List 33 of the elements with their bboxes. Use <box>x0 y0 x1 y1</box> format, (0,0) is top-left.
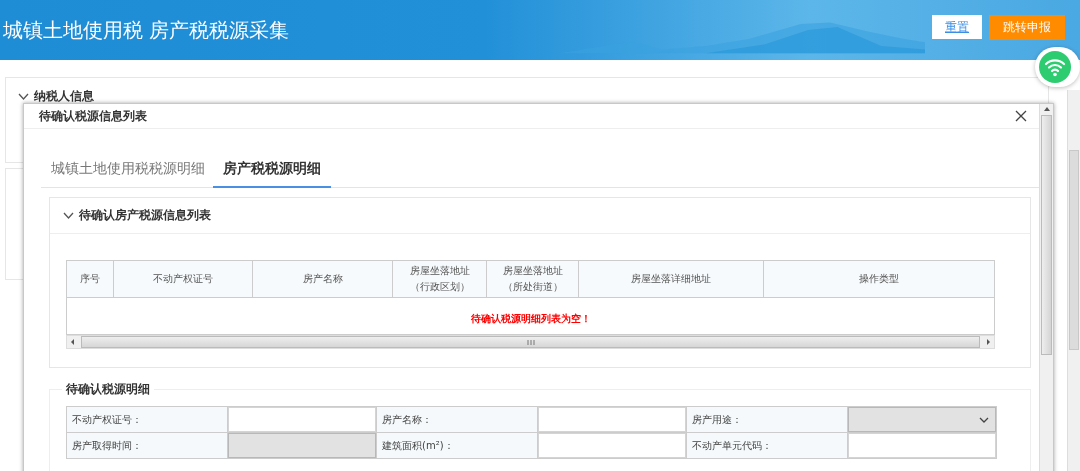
field-label: 房产取得时间： <box>66 432 228 459</box>
field-label: 不动产权证号： <box>66 406 228 433</box>
column-header: 房屋坐落地址 （行政区划） <box>392 260 487 298</box>
column-header: 不动产权证号 <box>113 260 253 298</box>
tab[interactable]: 城镇土地使用税税源明细 <box>51 157 205 188</box>
column-header: 序号 <box>66 260 114 298</box>
panel-title: 待确认税源明细 <box>65 381 151 398</box>
reset-button[interactable]: 重置 <box>932 15 982 39</box>
wifi-icon[interactable] <box>1039 51 1071 83</box>
section-title: 纳税人信息 <box>34 88 94 105</box>
input-field[interactable] <box>228 407 376 432</box>
input-field[interactable] <box>848 433 996 458</box>
field-label: 房产名称： <box>376 406 538 433</box>
column-header: 操作类型 <box>763 260 995 298</box>
field-label: 房产用途： <box>686 406 848 433</box>
chevron-down-icon[interactable] <box>63 212 74 219</box>
column-header: 房产名称 <box>252 260 393 298</box>
chevron-down-icon[interactable] <box>18 93 29 100</box>
grip-icon[interactable] <box>526 339 535 345</box>
field-label: 不动产单元代码： <box>686 432 848 459</box>
input-field[interactable] <box>538 433 686 458</box>
field-label: 建筑面积(m²)： <box>376 432 538 459</box>
floating-widget[interactable] <box>1035 47 1080 87</box>
dialog-title: 待确认税源信息列表 <box>39 107 147 125</box>
tab[interactable]: 房产税税源明细 <box>213 157 331 188</box>
scroll-up-icon[interactable] <box>1042 106 1051 112</box>
input-field[interactable] <box>538 407 686 432</box>
page-title: 城镇土地使用税 房产税税源采集 <box>3 16 290 44</box>
panel-title: 待确认房产税源信息列表 <box>79 207 211 224</box>
caret-icon <box>979 416 989 423</box>
column-header: 房屋坐落地址 （所处街道） <box>486 260 579 298</box>
empty-message: 待确认税源明细列表为空！ <box>470 312 591 324</box>
column-header: 房屋坐落详细地址 <box>578 260 764 298</box>
